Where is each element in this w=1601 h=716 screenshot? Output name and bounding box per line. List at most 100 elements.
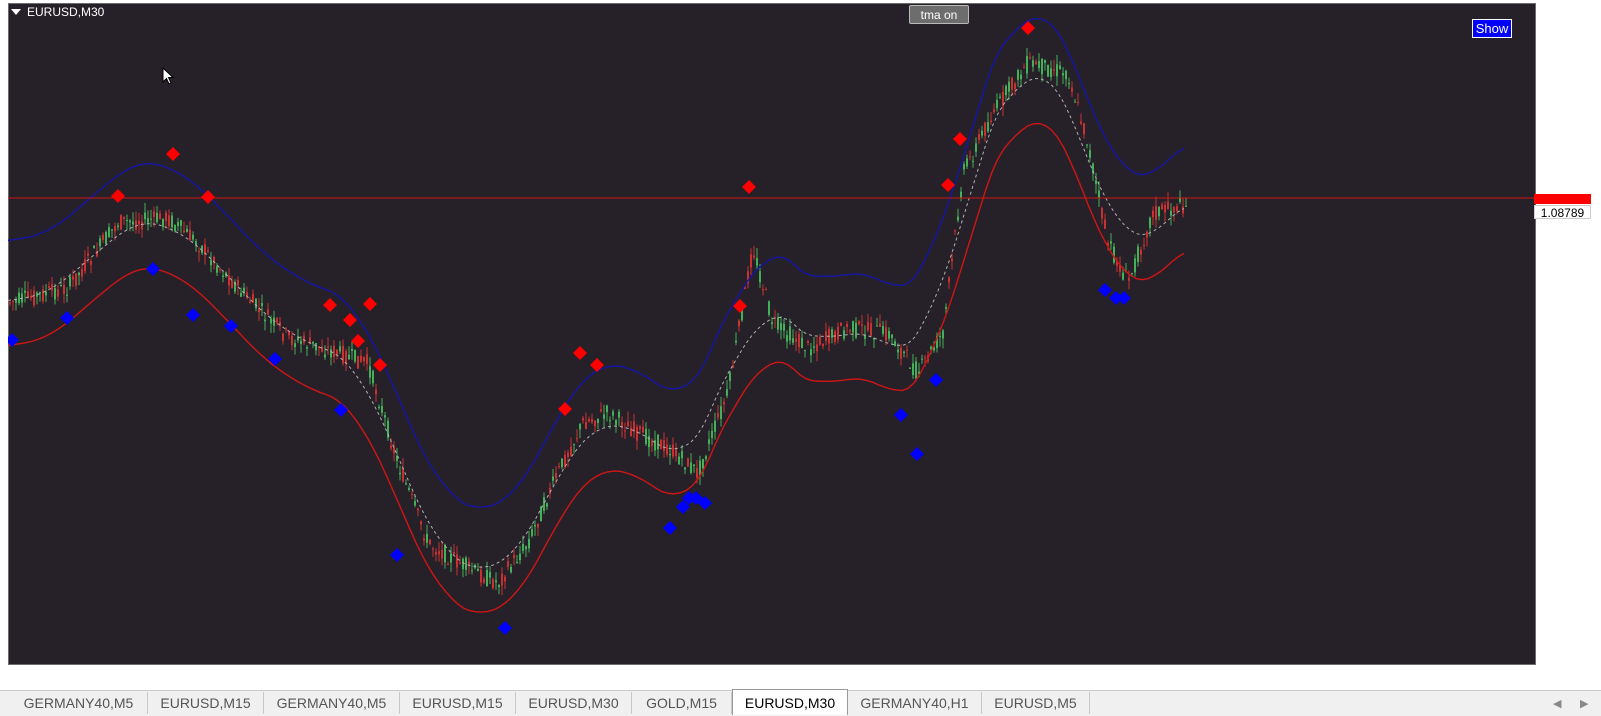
time-label: 30 May 17:30 bbox=[584, 665, 657, 679]
candle-body bbox=[1173, 207, 1175, 213]
candle-body bbox=[300, 340, 302, 344]
time-label: 28 May 17:30 bbox=[200, 665, 273, 679]
candle-body bbox=[906, 349, 908, 351]
candle-body bbox=[978, 134, 980, 140]
candle-body bbox=[819, 336, 821, 345]
blue-diamond-icon bbox=[186, 308, 200, 322]
blue-diamond-icon bbox=[894, 408, 908, 422]
candle-body bbox=[999, 96, 1001, 98]
candle-body bbox=[450, 553, 452, 563]
candle-body bbox=[663, 440, 665, 451]
candle-body bbox=[1167, 201, 1169, 210]
candle-body bbox=[57, 289, 59, 297]
candle-body bbox=[693, 464, 695, 466]
candle-body bbox=[672, 444, 674, 457]
scroll-left-icon[interactable]: ◀ bbox=[1553, 697, 1561, 710]
price-label: 1.08300 bbox=[1536, 432, 1580, 446]
tab-germany40-m5[interactable]: GERMANY40,M5 bbox=[10, 692, 148, 714]
candle-body bbox=[552, 476, 554, 481]
candle-body bbox=[957, 216, 959, 221]
candle-body bbox=[1113, 246, 1115, 263]
tab-eurusd-m30[interactable]: EURUSD,M30 bbox=[516, 692, 632, 714]
candle-body bbox=[561, 458, 563, 468]
candle-body bbox=[885, 327, 887, 341]
candle-body bbox=[1023, 67, 1025, 69]
candle-body bbox=[555, 472, 557, 479]
tma-mid-line bbox=[8, 78, 1185, 568]
candle-body bbox=[237, 279, 239, 286]
candle-body bbox=[513, 555, 515, 559]
triangle-down-icon[interactable] bbox=[11, 9, 21, 15]
scroll-right-icon[interactable]: ▶ bbox=[1580, 697, 1588, 710]
blue-diamond-icon bbox=[663, 521, 677, 535]
candle-body bbox=[726, 389, 728, 396]
candle-body bbox=[705, 456, 707, 460]
red-diamond-icon bbox=[351, 334, 365, 348]
candle-body bbox=[360, 355, 362, 362]
candle-body bbox=[177, 221, 179, 227]
candle-body bbox=[1056, 64, 1058, 77]
candle-body bbox=[78, 272, 80, 276]
candle-body bbox=[1131, 272, 1133, 274]
candle-body bbox=[858, 321, 860, 324]
candle-body bbox=[378, 406, 380, 409]
tab-eurusd-m15[interactable]: EURUSD,M15 bbox=[148, 692, 264, 714]
tab-germany40-h1[interactable]: GERMANY40,H1 bbox=[848, 692, 982, 714]
symbol-tab-bar: GERMANY40,M5 EURUSD,M15 GERMANY40,M5 EUR… bbox=[0, 689, 1601, 716]
candle-body bbox=[780, 323, 782, 331]
candle-body bbox=[342, 345, 344, 364]
candle-body bbox=[585, 422, 587, 430]
candle-body bbox=[9, 302, 11, 304]
tma-toggle-button[interactable]: tma on bbox=[909, 5, 969, 24]
candle-body bbox=[579, 424, 581, 430]
candle-body bbox=[1152, 210, 1154, 218]
candle-body bbox=[789, 326, 791, 341]
candle-body bbox=[60, 285, 62, 287]
candle-body bbox=[429, 539, 431, 544]
candle-body bbox=[876, 325, 878, 327]
candle-body bbox=[537, 523, 539, 528]
candle-body bbox=[939, 335, 941, 337]
candle-body bbox=[522, 543, 524, 551]
candle-body bbox=[156, 212, 158, 222]
candle-body bbox=[165, 212, 167, 222]
candle-body bbox=[1005, 85, 1007, 96]
candle-body bbox=[843, 330, 845, 339]
candle-body bbox=[18, 292, 20, 304]
candle-body bbox=[615, 420, 617, 426]
price-chart[interactable] bbox=[8, 3, 1534, 663]
tab-germany40-m5[interactable]: GERMANY40,M5 bbox=[264, 692, 400, 714]
candle-body bbox=[111, 229, 113, 231]
blue-diamond-icon bbox=[146, 262, 160, 276]
symbol-label[interactable]: EURUSD,M30 bbox=[11, 5, 104, 19]
red-diamond-icon bbox=[343, 313, 357, 327]
candle-body bbox=[594, 420, 596, 427]
candle-body bbox=[660, 439, 662, 450]
tab-eurusd-m15[interactable]: EURUSD,M15 bbox=[400, 692, 516, 714]
candle-body bbox=[93, 245, 95, 249]
candle-body bbox=[1134, 258, 1136, 273]
candle-body bbox=[855, 322, 857, 338]
candle-body bbox=[1098, 190, 1100, 198]
candle-body bbox=[291, 335, 293, 345]
current-price-label: 1.08789 bbox=[1534, 205, 1591, 220]
candle-body bbox=[528, 538, 530, 549]
red-diamond-icon bbox=[363, 297, 377, 311]
candle-body bbox=[519, 553, 521, 561]
candle-body bbox=[690, 462, 692, 473]
tab-eurusd-m5[interactable]: EURUSD,M5 bbox=[982, 692, 1090, 714]
show-button[interactable]: Show bbox=[1472, 19, 1512, 38]
time-label: 4 Jun 17:30 bbox=[1160, 665, 1223, 679]
candle-body bbox=[438, 551, 440, 555]
candle-body bbox=[390, 445, 392, 449]
tab-eurusd-m30-active[interactable]: EURUSD,M30 bbox=[732, 689, 848, 715]
candle-body bbox=[24, 290, 26, 293]
tab-gold-m15[interactable]: GOLD,M15 bbox=[632, 692, 732, 714]
candle-body bbox=[1095, 180, 1097, 185]
candle-body bbox=[900, 347, 902, 359]
candle-body bbox=[411, 494, 413, 496]
candle-body bbox=[249, 301, 251, 303]
blue-diamond-icon bbox=[498, 621, 512, 635]
candle-body bbox=[540, 506, 542, 522]
candle-body bbox=[786, 335, 788, 342]
